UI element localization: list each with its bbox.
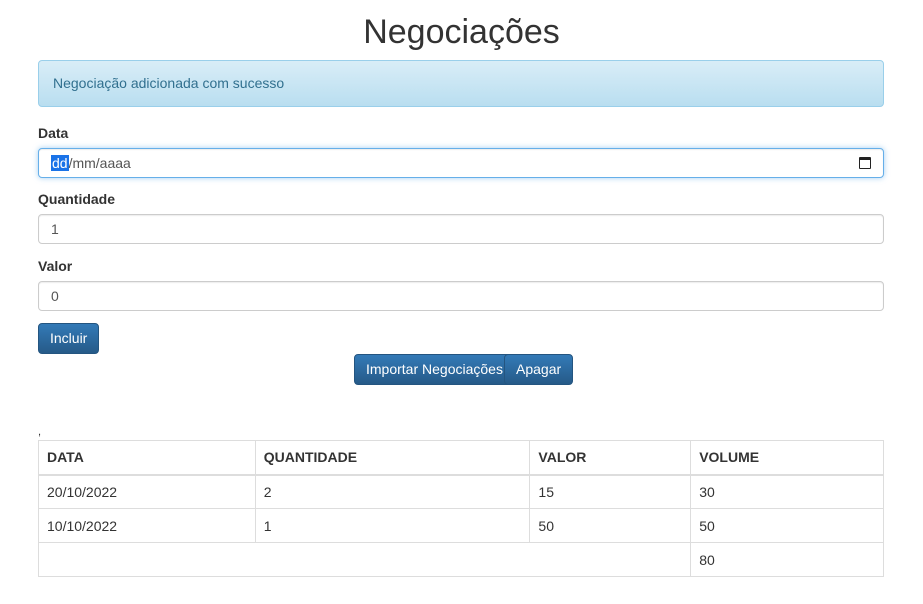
date-input-text: dd/mm/aaaa [51,155,131,171]
header-volume: VOLUME [690,440,884,476]
cell-date: 10/10/2022 [38,508,256,543]
cell-date: 20/10/2022 [38,474,256,509]
footer-total: 80 [690,542,884,577]
clear-button[interactable]: Apagar [504,354,574,385]
date-label: Data [38,125,69,141]
quantity-input[interactable]: 1 [38,214,884,244]
date-input[interactable]: dd/mm/aaaa [38,148,884,178]
table-row: 10/10/2022 1 50 50 [38,508,884,543]
footer-empty-cell [37,542,692,577]
cell-value: 50 [529,508,692,543]
value-input-value: 0 [51,288,59,304]
negotiations-table: DATA QUANTIDADE VALOR VOLUME 20/10/2022 … [37,440,884,577]
date-rest-segments[interactable]: /mm/aaaa [69,155,131,171]
separator-text: , [38,426,42,438]
table-row: 20/10/2022 2 15 30 [38,474,884,509]
include-button[interactable]: Incluir [38,323,100,354]
cell-volume: 30 [690,474,884,509]
table-footer-row: 80 [37,542,884,577]
quantity-label: Quantidade [38,191,116,207]
import-negotiations-button[interactable]: Importar Negociações [354,354,515,385]
cell-quantity: 1 [254,508,531,543]
page: Negociações Negociação adicionada com su… [0,0,923,604]
cell-volume: 50 [690,508,884,543]
header-data: DATA [38,440,256,476]
table-header-row: DATA QUANTIDADE VALOR VOLUME [38,440,884,476]
date-day-segment[interactable]: dd [51,155,69,171]
success-alert: Negociação adicionada com sucesso [38,60,884,107]
header-quantidade: QUANTIDADE [254,440,531,476]
alert-message: Negociação adicionada com sucesso [53,75,285,91]
header-valor: VALOR [529,440,692,476]
value-label: Valor [38,258,73,274]
page-title: Negociações [363,13,560,51]
cell-value: 15 [529,474,692,509]
calendar-icon[interactable] [859,157,871,169]
quantity-input-value: 1 [51,221,59,237]
cell-quantity: 2 [254,474,531,509]
value-input[interactable]: 0 [38,281,884,311]
